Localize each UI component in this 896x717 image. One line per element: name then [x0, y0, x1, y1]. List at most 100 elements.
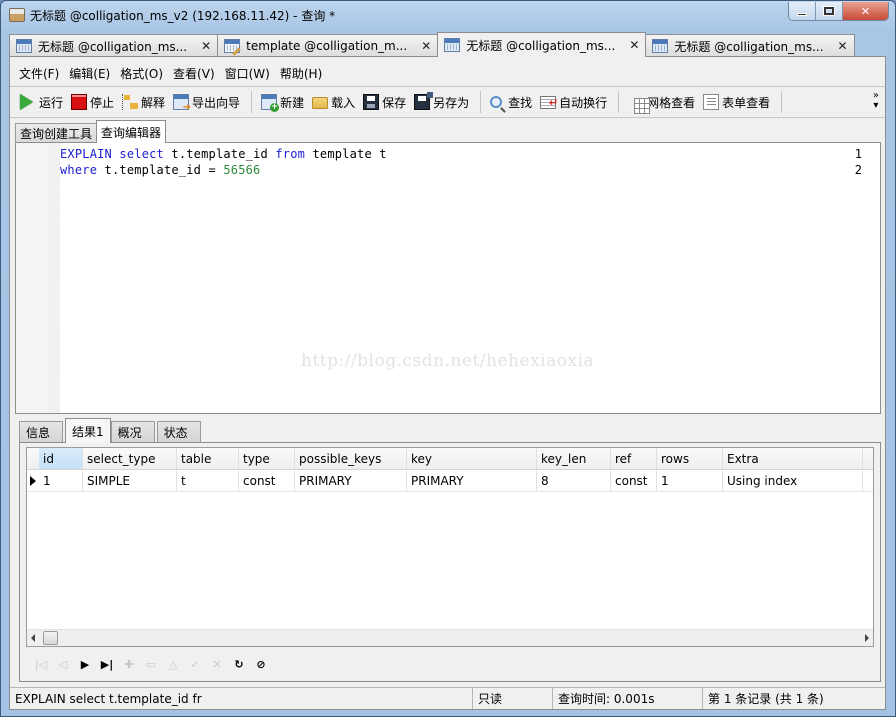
result-tab[interactable]: 状态 — [156, 421, 201, 443]
close-icon[interactable]: ✕ — [629, 38, 639, 52]
menu-item[interactable]: 编辑(E) — [69, 65, 110, 82]
form-view-label: 表单查看 — [722, 95, 771, 110]
app-icon — [9, 8, 25, 22]
sql-editor[interactable]: http://blog.csdn.net/hehexiaoxia 1 EXPLAI… — [16, 143, 880, 413]
menu-item[interactable]: 查看(V) — [173, 65, 215, 82]
scroll-left-icon[interactable] — [31, 634, 35, 642]
toolbar-overflow-button[interactable]: » ▾ — [873, 91, 879, 111]
explain-button[interactable]: 解释 — [122, 94, 165, 111]
new-query-button[interactable]: 新建 — [261, 94, 304, 112]
editor-tab[interactable]: 查询编辑器 — [96, 120, 167, 143]
first-record-button[interactable]: |◁ — [30, 655, 52, 673]
save-button[interactable]: 保存 — [363, 94, 406, 111]
column-header[interactable]: key_len — [537, 448, 611, 469]
apply-changes-button[interactable]: ✓ — [184, 655, 206, 673]
menu-item[interactable]: 文件(F) — [19, 65, 59, 82]
scroll-right-icon[interactable] — [865, 634, 869, 642]
export-wizard-button[interactable]: 导出向导 — [173, 94, 241, 113]
word-wrap-button[interactable]: 自动换行 — [540, 94, 607, 111]
result-tab[interactable]: 信息 — [19, 421, 63, 443]
chevron-down-icon: ▾ — [873, 100, 879, 111]
grid-cell[interactable]: 8 — [537, 471, 611, 491]
menu-item[interactable]: 格式(O) — [120, 65, 163, 82]
close-icon[interactable]: ✕ — [201, 39, 211, 53]
refresh-icon: ↻ — [234, 657, 244, 671]
close-icon: ✕ — [860, 4, 871, 18]
grid-view-button[interactable]: 网格查看 — [628, 94, 695, 114]
menu-bar: 文件(F) 编辑(E) 格式(O) 查看(V) 窗口(W) 帮助(H) — [10, 62, 332, 84]
table-row[interactable]: 1 SIMPLE t const PRIMARY PRIMARY 8 const 1 Using … — [27, 471, 873, 492]
menu-item[interactable]: 窗口(W) — [225, 65, 270, 82]
discard-changes-button[interactable]: ✕ — [206, 655, 228, 673]
close-icon[interactable]: ✕ — [838, 39, 848, 53]
first-record-icon: |◁ — [34, 657, 48, 671]
column-header[interactable]: ref — [611, 448, 657, 469]
column-header[interactable]: rows — [657, 448, 723, 469]
result-tab[interactable]: 概况 — [110, 421, 155, 443]
result-panel: id select_type table type possible_keys key ke… — [19, 442, 881, 682]
minimize-button[interactable] — [789, 2, 816, 20]
result-tab[interactable]: 结果1 — [65, 418, 111, 443]
prev-record-icon: ◁ — [58, 657, 68, 671]
sql-keyword: EXPLAIN — [60, 147, 112, 161]
title-bar[interactable]: 无标题 @colligation_ms_v2 (192.168.11.42) -… — [1, 1, 895, 29]
query-grid-icon — [16, 39, 32, 53]
column-header[interactable]: table — [177, 448, 239, 469]
close-button[interactable]: ✕ — [843, 2, 888, 20]
refresh-button[interactable]: ↻ — [228, 655, 250, 673]
column-header[interactable]: possible_keys — [295, 448, 407, 469]
editor-tabs: 查询创建工具 查询编辑器 — [15, 119, 167, 143]
status-bar: EXPLAIN select t.template_id fr 只读 查询时间:… — [10, 687, 885, 709]
stop-query-button[interactable]: ⊘ — [250, 655, 272, 673]
grid-cell[interactable]: 1 — [39, 471, 83, 491]
close-icon[interactable]: ✕ — [421, 39, 431, 53]
document-tab[interactable]: 无标题 @colligation_ms... ✕ — [9, 34, 219, 57]
last-record-button[interactable]: ▶| — [96, 655, 118, 673]
column-header[interactable]: key — [407, 448, 537, 469]
add-record-button[interactable]: ✚ — [118, 655, 140, 673]
delete-record-button[interactable]: ▭ — [140, 655, 162, 673]
document-tab[interactable]: template @colligation_m... ✕ — [217, 34, 439, 57]
run-button[interactable]: 运行 — [20, 94, 63, 111]
document-tab[interactable]: 无标题 @colligation_ms... ✕ — [645, 34, 855, 57]
column-header[interactable]: Extra — [723, 448, 863, 469]
column-header[interactable]: id — [39, 448, 83, 469]
result-tabs: 信息 结果1 概况 状态 — [19, 417, 203, 443]
grid-cell[interactable]: const — [239, 471, 295, 491]
grid-icon — [634, 98, 651, 114]
form-view-button[interactable]: 表单查看 — [703, 94, 770, 111]
stop-button[interactable]: 停止 — [71, 94, 114, 111]
grid-cell[interactable]: 1 — [657, 471, 723, 491]
grid-header: id select_type table type possible_keys key ke… — [27, 448, 873, 470]
load-button[interactable]: 载入 — [312, 94, 355, 111]
column-header[interactable]: select_type — [83, 448, 177, 469]
discard-changes-icon: ✕ — [212, 657, 222, 671]
status-query-time: 查询时间: 0.001s — [553, 688, 703, 709]
grid-cell[interactable]: const — [611, 471, 657, 491]
edit-record-button[interactable]: △ — [162, 655, 184, 673]
line-number: 2 — [854, 163, 862, 177]
scrollbar-thumb[interactable] — [43, 631, 58, 645]
editor-tab[interactable]: 查询创建工具 — [15, 123, 98, 143]
apply-changes-icon: ✓ — [190, 657, 200, 671]
menu-item[interactable]: 帮助(H) — [280, 65, 322, 82]
export-wizard-label: 导出向导 — [192, 95, 241, 110]
grid-cell[interactable]: PRIMARY — [407, 471, 537, 491]
row-indicator-header — [27, 448, 39, 469]
column-header[interactable]: type — [239, 448, 295, 469]
maximize-button[interactable] — [816, 2, 843, 20]
document-tab-label: 无标题 @colligation_ms... — [466, 38, 616, 53]
next-record-button[interactable]: ▶ — [74, 655, 96, 673]
grid-cell[interactable]: Using index — [723, 471, 863, 491]
sql-number: 56566 — [223, 163, 261, 177]
grid-cell[interactable]: SIMPLE — [83, 471, 177, 491]
grid-cell[interactable]: PRIMARY — [295, 471, 407, 491]
prev-record-button[interactable]: ◁ — [52, 655, 74, 673]
horizontal-scrollbar[interactable] — [27, 629, 873, 646]
code-line: EXPLAIN select t.template_id from templa… — [60, 147, 387, 161]
sql-text: t.template_id — [163, 147, 276, 161]
save-as-button[interactable]: 另存为 — [414, 92, 469, 111]
grid-cell[interactable]: t — [177, 471, 239, 491]
find-button[interactable]: 查找 — [490, 94, 532, 111]
document-tab[interactable]: 无标题 @colligation_ms... ✕ — [437, 32, 647, 57]
